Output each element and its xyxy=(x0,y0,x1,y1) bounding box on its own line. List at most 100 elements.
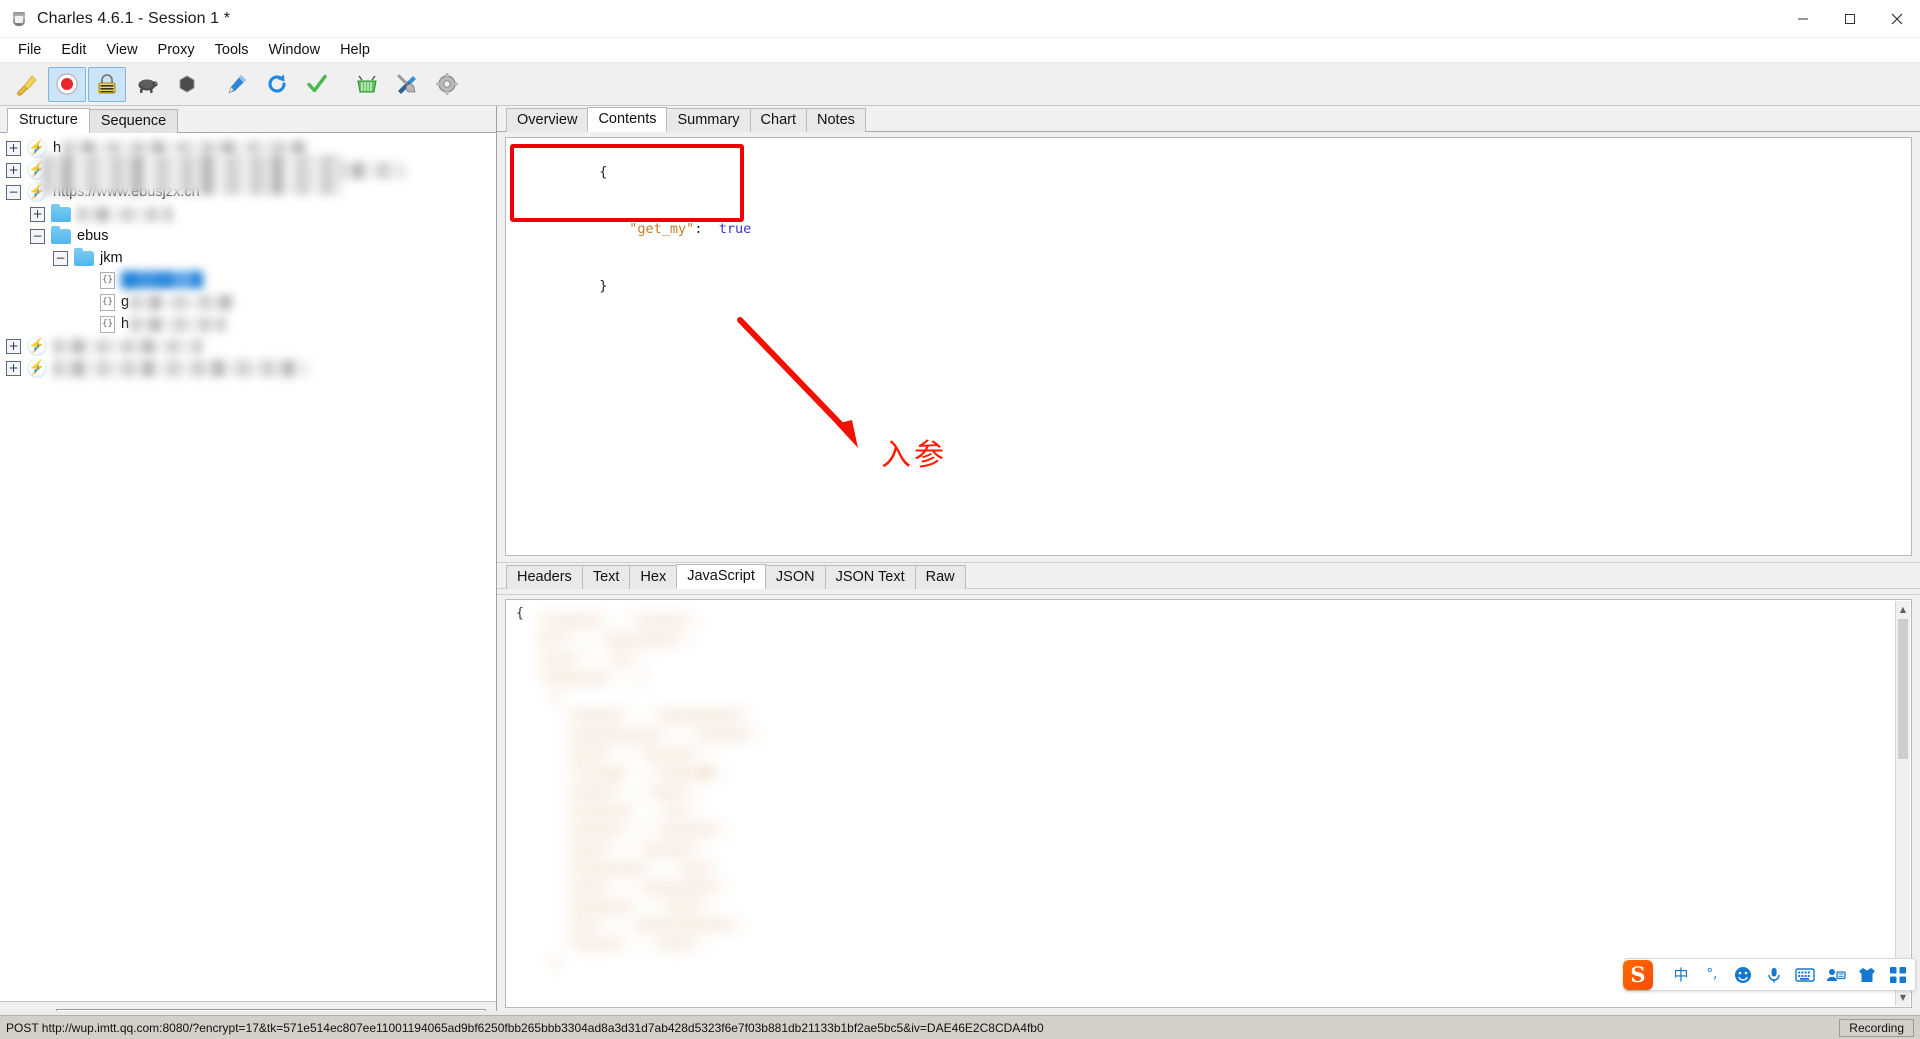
redacted-text xyxy=(77,207,172,222)
menu-file[interactable]: File xyxy=(8,40,51,60)
bolt-icon: ⚡ xyxy=(27,358,47,378)
tree-node[interactable]: + ⚡ xyxy=(0,335,496,357)
tree-node[interactable]: + ⚡ xyxy=(0,357,496,379)
emoji-icon[interactable] xyxy=(1732,964,1754,986)
throttle-icon[interactable] xyxy=(88,67,126,102)
user-card-icon[interactable] xyxy=(1825,964,1847,986)
tree-node[interactable]: {} g xyxy=(0,291,496,313)
right-pane: Overview Contents Summary Chart Notes { … xyxy=(497,106,1920,1039)
title-bar: Charles 4.6.1 - Session 1 * xyxy=(0,0,1920,38)
tree-node-selected[interactable]: {} xyxy=(0,269,496,291)
settings-gear-icon[interactable] xyxy=(428,67,466,102)
scroll-thumb[interactable] xyxy=(1898,619,1908,759)
menu-view[interactable]: View xyxy=(96,40,147,60)
skin-shirt-icon[interactable] xyxy=(1856,964,1878,986)
response-scrollbar[interactable]: ▲ ▼ xyxy=(1895,601,1910,1006)
tree-node[interactable]: {} h xyxy=(0,313,496,335)
menu-help[interactable]: Help xyxy=(330,40,380,60)
tree-node[interactable]: − ebus xyxy=(0,225,496,247)
request-view-tab-bar: Headers Text Hex JavaScript JSON JSON Te… xyxy=(497,562,1920,588)
req-tab-javascript[interactable]: JavaScript xyxy=(676,564,766,589)
expander-plus-icon[interactable]: + xyxy=(6,339,21,354)
expander-minus-icon[interactable]: − xyxy=(6,185,21,200)
menu-edit[interactable]: Edit xyxy=(51,40,96,60)
json-line-close: } xyxy=(506,258,1911,315)
request-pane: { "get_my": true } 入参 Headers xyxy=(497,132,1920,588)
maximize-button[interactable] xyxy=(1826,0,1873,38)
soft-keyboard-icon[interactable] xyxy=(1794,964,1816,986)
req-tab-raw[interactable]: Raw xyxy=(915,565,966,589)
toolbar xyxy=(0,63,1920,106)
tab-summary[interactable]: Summary xyxy=(666,108,750,132)
close-button[interactable] xyxy=(1873,0,1920,38)
json-key: "get_my" xyxy=(629,221,694,237)
validate-check-icon[interactable] xyxy=(298,67,336,102)
redacted-text xyxy=(53,360,308,377)
menu-tools[interactable]: Tools xyxy=(205,40,259,60)
microphone-icon[interactable] xyxy=(1763,964,1785,986)
detail-tab-bar: Overview Contents Summary Chart Notes xyxy=(497,106,1920,132)
punctuation-icon[interactable]: °, xyxy=(1701,964,1723,986)
bolt-icon: ⚡ xyxy=(27,336,47,356)
json-colon: : xyxy=(694,221,702,237)
redacted-text xyxy=(121,271,203,289)
folder-icon xyxy=(74,251,94,266)
recording-status-badge[interactable]: Recording xyxy=(1839,1019,1914,1037)
json-value: true xyxy=(719,221,752,237)
tab-sequence[interactable]: Sequence xyxy=(89,109,178,133)
repeat-refresh-icon[interactable] xyxy=(258,67,296,102)
expander-plus-icon[interactable]: + xyxy=(6,361,21,376)
tab-structure[interactable]: Structure xyxy=(7,108,90,133)
minimize-button[interactable] xyxy=(1779,0,1826,38)
apps-grid-icon[interactable] xyxy=(1887,964,1909,986)
expander-plus-icon[interactable]: + xyxy=(30,207,45,222)
basket-icon[interactable] xyxy=(348,67,386,102)
menu-window[interactable]: Window xyxy=(258,40,330,60)
pane-splitter[interactable] xyxy=(497,588,1920,595)
tree-node[interactable]: − jkm xyxy=(0,247,496,269)
slow-network-turtle-icon[interactable] xyxy=(128,67,166,102)
req-tab-hex[interactable]: Hex xyxy=(629,565,677,589)
expander-plus-icon[interactable]: + xyxy=(6,163,21,178)
breakpoint-icon[interactable] xyxy=(168,67,206,102)
expander-minus-icon[interactable]: − xyxy=(30,229,45,244)
scroll-up-arrow[interactable]: ▲ xyxy=(1896,602,1910,617)
compose-pen-icon[interactable] xyxy=(218,67,256,102)
chinese-mode-icon[interactable]: 中 xyxy=(1670,964,1692,986)
response-body-viewer[interactable]: { "xxxxxxx" : "xxxxxx", "err" : "xxxxxxx… xyxy=(505,599,1912,1008)
tab-overview[interactable]: Overview xyxy=(506,108,588,132)
status-bar: POST http://wup.imtt.qq.com:8080/?encryp… xyxy=(0,1015,1920,1039)
tree-node-label: h xyxy=(53,140,61,156)
clear-session-icon[interactable] xyxy=(8,67,46,102)
sogou-logo-icon[interactable]: S xyxy=(1623,960,1653,990)
tree-node[interactable]: + xyxy=(0,203,496,225)
tab-notes[interactable]: Notes xyxy=(806,108,866,132)
tree-node-label: g xyxy=(121,294,129,310)
tab-contents[interactable]: Contents xyxy=(587,107,667,132)
record-icon[interactable] xyxy=(48,67,86,102)
redacted-text xyxy=(53,339,203,354)
req-tab-json-text[interactable]: JSON Text xyxy=(825,565,916,589)
req-tab-text[interactable]: Text xyxy=(582,565,631,589)
redacted-text xyxy=(63,141,308,156)
request-body-viewer[interactable]: { "get_my": true } 入参 xyxy=(505,137,1912,556)
ime-toolbar: S 中 °, xyxy=(1624,958,1916,991)
tab-chart[interactable]: Chart xyxy=(750,108,807,132)
tree-node-label: ebus xyxy=(77,228,108,244)
main-split: Structure Sequence + ⚡ h + ⚡ − ⚡ https:/… xyxy=(0,106,1920,1039)
json-brace-open: { xyxy=(599,164,607,180)
scroll-down-arrow[interactable]: ▼ xyxy=(1896,990,1910,1005)
expander-plus-icon[interactable]: + xyxy=(6,141,21,156)
tools-icon[interactable] xyxy=(388,67,426,102)
session-tree[interactable]: + ⚡ h + ⚡ − ⚡ https://www.ebusjzx.cn + xyxy=(0,133,496,1001)
req-tab-json[interactable]: JSON xyxy=(765,565,826,589)
expander-minus-icon[interactable]: − xyxy=(53,251,68,266)
tree-node-label: h xyxy=(121,316,129,332)
app-icon xyxy=(10,10,28,28)
folder-icon xyxy=(51,229,71,244)
file-icon: {} xyxy=(100,316,115,333)
menu-proxy[interactable]: Proxy xyxy=(148,40,205,60)
annotation-arrow xyxy=(736,316,876,456)
json-brace-close: } xyxy=(599,278,607,294)
req-tab-headers[interactable]: Headers xyxy=(506,565,583,589)
